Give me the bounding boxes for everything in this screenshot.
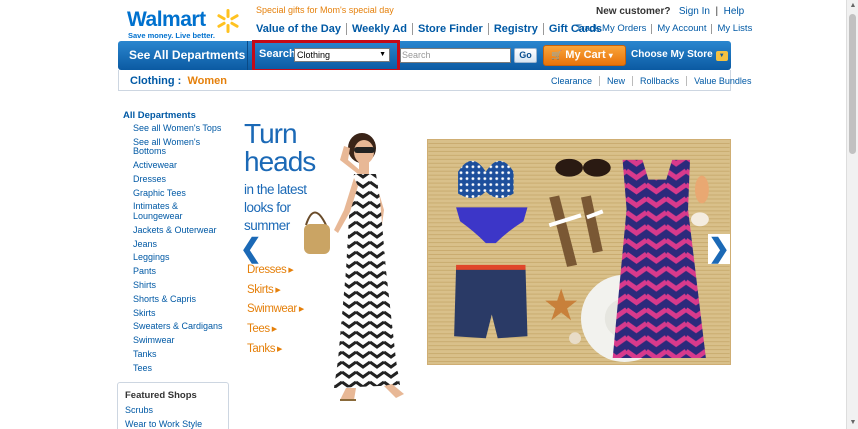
scroll-up-icon[interactable]: ▲ bbox=[847, 0, 858, 12]
logo-tagline: Save money. Live better. bbox=[128, 31, 215, 40]
breadcrumb: Clothing : Women bbox=[130, 75, 227, 87]
breadcrumb-separator: : bbox=[177, 75, 182, 87]
sidebar-item-dresses[interactable]: Dresses bbox=[133, 174, 228, 185]
flatlay-image bbox=[427, 139, 731, 365]
new-customer-bar: New customer? Sign In | Help bbox=[596, 6, 745, 17]
sidebar-item-womens-tops[interactable]: See all Women's Tops bbox=[133, 123, 228, 134]
sidebar-list: See all Women's Tops See all Women's Bot… bbox=[133, 123, 228, 378]
page-scrollbar[interactable]: ▲ ▼ bbox=[846, 0, 858, 429]
sidebar-item-swimwear[interactable]: Swimwear bbox=[133, 336, 228, 346]
chevron-left-icon: ❮ bbox=[240, 233, 262, 263]
help-link[interactable]: Help bbox=[724, 6, 745, 17]
see-all-label: See All Departments bbox=[129, 48, 246, 62]
walmart-logo[interactable]: Walmart Save money. Live better. bbox=[127, 8, 242, 42]
logo-wordmark: Walmart bbox=[127, 8, 206, 31]
sidebar-item-jackets[interactable]: Jackets & Outerwear bbox=[133, 225, 228, 236]
hero-link-skirts[interactable]: Skirts ▶ bbox=[247, 284, 304, 297]
rollbacks-link[interactable]: Rollbacks bbox=[633, 76, 688, 86]
sidebar-item-tees[interactable]: Tees bbox=[133, 363, 228, 374]
my-lists-link[interactable]: My Lists bbox=[712, 24, 757, 34]
hero-link-label: Dresses bbox=[247, 264, 287, 276]
scroll-down-icon[interactable]: ▼ bbox=[847, 417, 858, 429]
dropdown-arrow-icon: ▼ bbox=[379, 51, 386, 58]
triangle-right-icon: ▶ bbox=[288, 267, 294, 274]
hero-link-dresses[interactable]: Dresses ▶ bbox=[247, 264, 304, 277]
promo-link[interactable]: Special gifts for Mom's special day bbox=[256, 5, 394, 15]
chevron-down-icon: ▾ bbox=[608, 51, 613, 60]
search-input[interactable]: Search bbox=[400, 48, 511, 63]
page: Walmart Save money. Live better. Special… bbox=[0, 0, 858, 429]
hero-link-tees[interactable]: Tees ▶ bbox=[247, 323, 304, 336]
sidebar-item-shirts[interactable]: Shirts bbox=[133, 280, 228, 291]
top-nav: Value of the Day Weekly Ad Store Finder … bbox=[256, 23, 607, 35]
category-select[interactable]: Clothing ▼ bbox=[294, 48, 390, 62]
carousel-prev-button[interactable]: ❮ bbox=[240, 234, 262, 262]
featured-shops-title: Featured Shops bbox=[125, 390, 197, 401]
sidebar-item-jeans[interactable]: Jeans bbox=[133, 239, 228, 250]
hero-link-swimwear[interactable]: Swimwear ▶ bbox=[247, 303, 304, 316]
cart-icon: 🛒 bbox=[551, 50, 563, 60]
choose-store-label: Choose My Store bbox=[631, 49, 713, 60]
sidebar-item-sweaters[interactable]: Sweaters & Cardigans bbox=[133, 322, 228, 332]
clearance-link[interactable]: Clearance bbox=[544, 76, 601, 86]
featured-item-wear-to-work[interactable]: Wear to Work Style bbox=[125, 419, 202, 429]
sign-in-link[interactable]: Sign In bbox=[679, 6, 710, 17]
triangle-right-icon: ▶ bbox=[271, 326, 277, 334]
spark-icon bbox=[217, 9, 239, 33]
my-cart-button[interactable]: 🛒 My Cart ▾ bbox=[543, 45, 626, 66]
sub-nav: Clearance New Rollbacks Value Bundles bbox=[544, 76, 751, 86]
sidebar-title[interactable]: All Departments bbox=[123, 110, 196, 121]
hero-link-tanks[interactable]: Tanks ▶ bbox=[247, 343, 304, 356]
sidebar-item-shorts[interactable]: Shorts & Capris bbox=[133, 294, 228, 305]
sidebar-item-pants[interactable]: Pants bbox=[133, 267, 228, 277]
carousel-next-button[interactable]: ❯ bbox=[708, 234, 730, 264]
top-nav-weekly-ad[interactable]: Weekly Ad bbox=[347, 23, 414, 35]
featured-item-scrubs[interactable]: Scrubs bbox=[125, 405, 153, 415]
hero-link-label: Tees bbox=[247, 323, 270, 336]
hero-link-label: Tanks bbox=[247, 342, 276, 355]
search-placeholder: Search bbox=[402, 50, 431, 60]
model-image bbox=[304, 133, 404, 401]
featured-shops: Featured Shops Scrubs Wear to Work Style bbox=[117, 382, 229, 429]
my-cart-label: My Cart bbox=[565, 49, 606, 61]
chevron-down-icon: ▼ bbox=[715, 51, 728, 61]
sidebar-item-activewear[interactable]: Activewear bbox=[133, 161, 228, 171]
category-select-value: Clothing bbox=[297, 50, 331, 60]
sidebar-item-womens-bottoms[interactable]: See all Women's Bottoms bbox=[133, 137, 228, 157]
track-orders-link[interactable]: Track My Orders bbox=[576, 24, 653, 34]
see-all-departments-button[interactable]: See All Departments ▾ bbox=[118, 41, 248, 90]
sidebar-item-intimates[interactable]: Intimates & Loungewear bbox=[133, 202, 228, 221]
new-link[interactable]: New bbox=[600, 76, 634, 86]
new-customer-label: New customer? bbox=[596, 6, 671, 17]
triangle-right-icon: ▶ bbox=[277, 345, 283, 353]
breadcrumb-current: Women bbox=[187, 75, 227, 87]
account-links: Track My Orders My Account My Lists bbox=[576, 24, 757, 34]
go-button[interactable]: Go bbox=[514, 48, 537, 63]
chevron-right-icon: ❯ bbox=[708, 233, 730, 263]
sidebar-item-skirts[interactable]: Skirts bbox=[133, 308, 228, 319]
value-bundles-link[interactable]: Value Bundles bbox=[687, 76, 751, 86]
hero-links: Dresses ▶ Skirts ▶ Swimwear ▶ Tees ▶ Tanks ▶ bbox=[247, 264, 304, 362]
choose-store-button[interactable]: Choose My Store ▼ bbox=[631, 49, 728, 61]
hero-link-label: Swimwear bbox=[247, 303, 297, 316]
sidebar-item-tanks[interactable]: Tanks bbox=[133, 349, 228, 360]
scrollbar-thumb[interactable] bbox=[849, 14, 856, 154]
search-label: Search bbox=[259, 48, 296, 60]
triangle-right-icon: ▶ bbox=[275, 286, 281, 294]
my-account-link[interactable]: My Account bbox=[652, 24, 713, 34]
breadcrumb-parent[interactable]: Clothing bbox=[130, 75, 175, 87]
top-nav-registry[interactable]: Registry bbox=[489, 23, 544, 35]
top-nav-store-finder[interactable]: Store Finder bbox=[413, 23, 489, 35]
hero-link-label: Skirts bbox=[247, 283, 274, 296]
top-nav-value-of-the-day[interactable]: Value of the Day bbox=[256, 23, 347, 35]
sidebar-item-leggings[interactable]: Leggings bbox=[133, 253, 228, 263]
sidebar-item-graphic-tees[interactable]: Graphic Tees bbox=[133, 188, 228, 199]
